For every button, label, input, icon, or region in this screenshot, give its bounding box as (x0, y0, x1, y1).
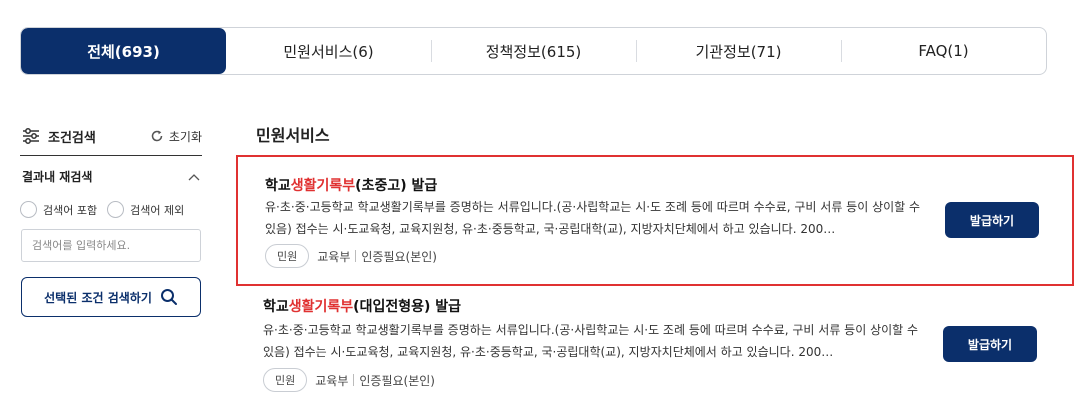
radio-circle[interactable] (107, 201, 125, 218)
radio-circle[interactable] (20, 201, 37, 218)
result-item: 학교생활기록부(초중고) 발급 유·초·중·고등학교 학교생활기록부를 증명하는… (236, 155, 1074, 286)
agency-name: 교육부 (317, 249, 351, 264)
tab-all[interactable]: 전체(693) (21, 28, 226, 74)
category-tabs: 전체(693) 민원서비스(6) 정책정보(615) 기관정보(71) FAQ(… (20, 27, 1047, 75)
conditional-search-button[interactable]: 선택된 조건 검색하기 (21, 277, 201, 317)
auth-requirement: 인증필요(본인) (361, 249, 437, 264)
tab-faq[interactable]: FAQ(1) (841, 28, 1046, 74)
issue-button[interactable]: 발급하기 (945, 202, 1039, 238)
conditional-search-label: 선택된 조건 검색하기 (44, 290, 152, 305)
tab-civil-service[interactable]: 민원서비스(6) (226, 28, 431, 74)
keyword-input[interactable] (21, 229, 201, 262)
sliders-icon (23, 128, 39, 144)
result-description: 유·초·중·고등학교 학교생활기록부를 증명하는 서류입니다.(공·사립학교는 … (263, 323, 919, 359)
result-title[interactable]: 학교생활기록부(대입전형용) 발급 (263, 296, 461, 316)
refresh-icon (151, 130, 163, 142)
category-tag: 민원 (265, 244, 310, 268)
filter-header: 조건검색 초기화 (22, 122, 202, 150)
result-description: 유·초·중·고등학교 학교생활기록부를 증명하는 서류입니다.(공·사립학교는 … (265, 200, 921, 236)
meta-separator (353, 374, 355, 386)
tab-agency-info[interactable]: 기관정보(71) (636, 28, 841, 74)
re-search-toggle[interactable]: 결과내 재검색 (22, 168, 200, 185)
reset-label: 초기화 (168, 129, 202, 144)
title-highlight: 생활기록부 (290, 178, 356, 194)
category-tag: 민원 (263, 368, 308, 392)
re-search-title: 결과내 재검색 (22, 170, 93, 184)
result-item: 학교생활기록부(대입전형용) 발급 유·초·중·고등학교 학교생활기록부를 증명… (236, 284, 1074, 406)
search-mode-radios: 검색어 포함 검색어 제외 (20, 201, 194, 218)
reset-button[interactable]: 초기화 (150, 128, 202, 145)
radio-include-label: 검색어 포함 (43, 203, 98, 217)
auth-requirement: 인증필요(본인) (359, 373, 435, 388)
result-title[interactable]: 학교생활기록부(초중고) 발급 (265, 175, 437, 195)
filter-title: 조건검색 (22, 127, 96, 146)
title-suffix: (대입전형용) 발급 (353, 299, 462, 315)
radio-exclude[interactable]: 검색어 제외 (107, 201, 184, 218)
meta-separator (355, 250, 357, 262)
agency-name: 교육부 (315, 373, 349, 388)
issue-button[interactable]: 발급하기 (943, 326, 1037, 362)
title-prefix: 학교 (263, 299, 289, 315)
radio-include[interactable]: 검색어 포함 (20, 201, 97, 218)
filter-title-label: 조건검색 (48, 130, 96, 146)
section-title: 민원서비스 (256, 126, 330, 145)
radio-exclude-label: 검색어 제외 (130, 203, 185, 217)
title-prefix: 학교 (265, 178, 291, 194)
result-meta: 민원 교육부 인증필요(본인) (263, 368, 435, 392)
search-icon (160, 289, 177, 305)
result-meta: 민원 교육부 인증필요(본인) (265, 244, 437, 268)
tab-policy-info[interactable]: 정책정보(615) (431, 28, 636, 74)
chevron-up-icon (188, 173, 200, 180)
title-highlight: 생활기록부 (288, 299, 354, 315)
divider (20, 155, 202, 156)
title-suffix: (초중고) 발급 (355, 178, 438, 194)
